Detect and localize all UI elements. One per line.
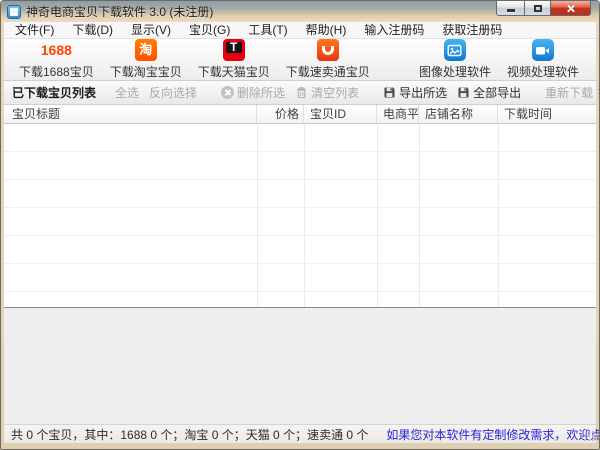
video-software-icon	[532, 39, 554, 61]
logo-1688-icon: 1688	[41, 39, 72, 61]
menu-view[interactable]: 显示(V)	[122, 22, 180, 39]
grid-line	[304, 124, 305, 307]
delete-selected-button[interactable]: 删除所选	[221, 84, 285, 101]
close-button[interactable]	[551, 1, 591, 16]
title-bar: 神奇电商宝贝下载软件 3.0 (未注册)	[1, 1, 599, 22]
clear-list-button[interactable]: 清空列表	[295, 84, 359, 101]
export-all-button[interactable]: 全部导出	[457, 84, 521, 101]
window-content: 文件(F) 下载(D) 显示(V) 宝贝(G) 工具(T) 帮助(H) 输入注册…	[4, 22, 596, 443]
menu-tools[interactable]: 工具(T)	[239, 22, 296, 39]
table-row	[4, 264, 596, 292]
menu-download[interactable]: 下载(D)	[63, 22, 122, 39]
export-selected-label: 导出所选	[399, 84, 447, 101]
video-software-button[interactable]: 视频处理软件	[500, 38, 586, 81]
window-controls	[496, 1, 591, 16]
redownload-button[interactable]: 重新下载	[545, 84, 593, 101]
taobao-logo-icon: 淘	[135, 39, 157, 61]
delete-selected-label: 删除所选	[237, 84, 285, 101]
menu-file[interactable]: 文件(F)	[6, 22, 63, 39]
download-1688-label: 下载1688宝贝	[19, 63, 94, 80]
table-row	[4, 292, 596, 308]
column-header-time[interactable]: 下载时间	[498, 105, 596, 123]
table-row	[4, 236, 596, 264]
delete-icon	[221, 86, 234, 99]
export-selected-button[interactable]: 导出所选	[383, 84, 447, 101]
aliexpress-logo-icon	[317, 39, 339, 61]
menu-bar: 文件(F) 下载(D) 显示(V) 宝贝(G) 工具(T) 帮助(H) 输入注册…	[4, 22, 596, 39]
column-header-shop[interactable]: 店铺名称	[419, 105, 498, 123]
app-window: 神奇电商宝贝下载软件 3.0 (未注册) 文件(F) 下载(D) 显示(V) 宝…	[0, 0, 600, 450]
export-all-label: 全部导出	[473, 84, 521, 101]
table-row	[4, 124, 596, 152]
contact-us-link[interactable]: 如果您对本软件有定制修改需求，欢迎点击这里联系我们	[386, 426, 600, 443]
image-software-icon	[444, 39, 466, 61]
status-bar: 共 0 个宝贝，其中：1688 0 个；淘宝 0 个；天猫 0 个；速卖通 0 …	[4, 424, 596, 443]
maximize-icon	[534, 5, 542, 12]
status-summary: 共 0 个宝贝，其中：1688 0 个；淘宝 0 个；天猫 0 个；速卖通 0 …	[11, 426, 368, 443]
grid-line	[377, 124, 378, 307]
menu-enter-license[interactable]: 输入注册码	[355, 22, 433, 39]
grid-line	[419, 124, 420, 307]
app-icon	[7, 5, 21, 19]
resize-grip[interactable]	[583, 430, 595, 442]
menu-get-license[interactable]: 获取注册码	[433, 22, 511, 39]
minimize-button[interactable]	[496, 1, 524, 16]
menu-item-product[interactable]: 宝贝(G)	[180, 22, 239, 39]
main-toolbar: 1688 下载1688宝贝 淘 下载淘宝宝贝 T 下载天猫宝贝 下载速卖通宝贝	[4, 39, 596, 81]
image-software-label: 图像处理软件	[419, 63, 491, 80]
column-header-id[interactable]: 宝贝ID	[304, 105, 377, 123]
table-row	[4, 208, 596, 236]
download-taobao-button[interactable]: 淘 下载淘宝宝贝	[103, 38, 189, 81]
column-header-platform[interactable]: 电商平台	[377, 105, 419, 123]
table-header: 宝贝标题 价格 宝贝ID 电商平台 店铺名称 下载时间	[4, 105, 596, 124]
select-all-button[interactable]: 全选	[115, 84, 139, 101]
list-action-bar: 已下载宝贝列表 全选 反向选择 删除所选 清空列表 导出所选 全部导出	[4, 81, 596, 105]
download-aliexpress-button[interactable]: 下载速卖通宝贝	[279, 38, 377, 81]
video-software-label: 视频处理软件	[507, 63, 579, 80]
toolbar-right-group: 图像处理软件 视频处理软件	[412, 38, 588, 81]
downloaded-list-title: 已下载宝贝列表	[12, 84, 96, 101]
column-header-title[interactable]: 宝贝标题	[4, 105, 257, 123]
clear-list-label: 清空列表	[311, 84, 359, 101]
minimize-icon	[507, 9, 515, 12]
empty-panel	[4, 308, 596, 424]
menu-help[interactable]: 帮助(H)	[297, 22, 356, 39]
invert-selection-button[interactable]: 反向选择	[149, 84, 197, 101]
grid-line	[498, 124, 499, 307]
maximize-button[interactable]	[524, 1, 551, 16]
column-header-price[interactable]: 价格	[257, 105, 304, 123]
table-row	[4, 152, 596, 180]
tmall-logo-icon: T	[223, 39, 245, 61]
download-aliexpress-label: 下载速卖通宝贝	[286, 63, 370, 80]
download-1688-button[interactable]: 1688 下载1688宝贝	[12, 38, 101, 81]
window-title: 神奇电商宝贝下载软件 3.0 (未注册)	[26, 3, 213, 20]
save-icon	[383, 86, 396, 99]
save-all-icon	[457, 86, 470, 99]
grid-line	[257, 124, 258, 307]
download-tmall-label: 下载天猫宝贝	[198, 63, 270, 80]
trash-icon	[295, 86, 308, 99]
download-tmall-button[interactable]: T 下载天猫宝贝	[191, 38, 277, 81]
close-icon	[566, 4, 575, 13]
download-taobao-label: 下载淘宝宝贝	[110, 63, 182, 80]
table-row	[4, 180, 596, 208]
image-software-button[interactable]: 图像处理软件	[412, 38, 498, 81]
table-body	[4, 124, 596, 308]
